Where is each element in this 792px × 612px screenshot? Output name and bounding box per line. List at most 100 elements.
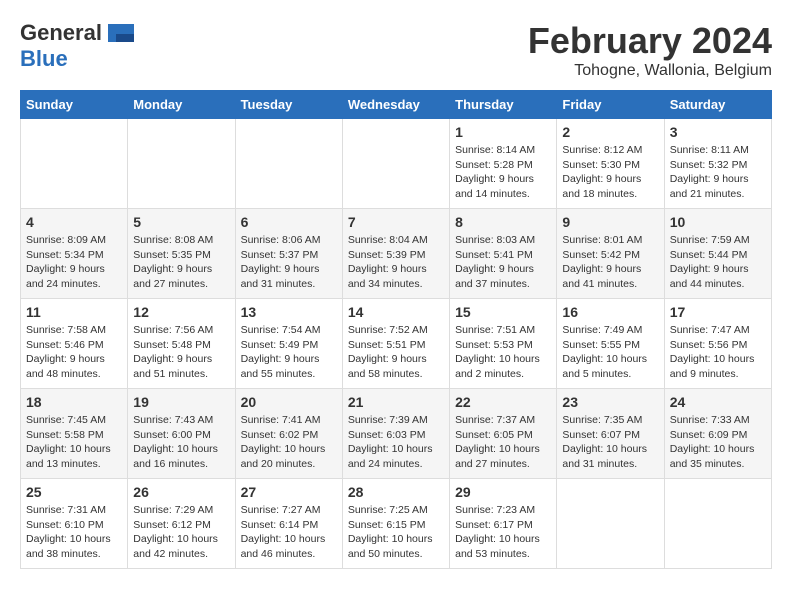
calendar-cell: 26 Sunrise: 7:29 AM Sunset: 6:12 PM Dayli… xyxy=(128,479,235,569)
month-title: February 2024 xyxy=(528,20,772,62)
day-number: 17 xyxy=(670,304,766,320)
header-cell-wednesday: Wednesday xyxy=(342,91,449,119)
day-number: 19 xyxy=(133,394,229,410)
calendar-header-row: SundayMondayTuesdayWednesdayThursdayFrid… xyxy=(21,91,772,119)
calendar-cell: 4 Sunrise: 8:09 AM Sunset: 5:34 PM Daylig… xyxy=(21,209,128,299)
cell-info: Sunrise: 8:09 AM Sunset: 5:34 PM Dayligh… xyxy=(26,233,122,292)
calendar-cell: 14 Sunrise: 7:52 AM Sunset: 5:51 PM Dayli… xyxy=(342,299,449,389)
calendar-cell: 23 Sunrise: 7:35 AM Sunset: 6:07 PM Dayli… xyxy=(557,389,664,479)
calendar-cell: 16 Sunrise: 7:49 AM Sunset: 5:55 PM Dayli… xyxy=(557,299,664,389)
cell-info: Sunrise: 7:58 AM Sunset: 5:46 PM Dayligh… xyxy=(26,323,122,382)
cell-info: Sunrise: 7:54 AM Sunset: 5:49 PM Dayligh… xyxy=(241,323,337,382)
day-number: 20 xyxy=(241,394,337,410)
calendar-cell: 21 Sunrise: 7:39 AM Sunset: 6:03 PM Dayli… xyxy=(342,389,449,479)
day-number: 14 xyxy=(348,304,444,320)
day-number: 6 xyxy=(241,214,337,230)
cell-info: Sunrise: 7:45 AM Sunset: 5:58 PM Dayligh… xyxy=(26,413,122,472)
day-number: 4 xyxy=(26,214,122,230)
calendar-cell: 28Sunrise: 7:25 AM Sunset: 6:15 PM Dayli… xyxy=(342,479,449,569)
calendar-cell: 25 Sunrise: 7:31 AM Sunset: 6:10 PM Dayli… xyxy=(21,479,128,569)
header-cell-thursday: Thursday xyxy=(450,91,557,119)
calendar-cell: 15 Sunrise: 7:51 AM Sunset: 5:53 PM Dayli… xyxy=(450,299,557,389)
cell-info: Sunrise: 8:11 AM Sunset: 5:32 PM Dayligh… xyxy=(670,143,766,202)
logo-icon xyxy=(106,22,136,44)
calendar-cell: 3 Sunrise: 8:11 AM Sunset: 5:32 PM Daylig… xyxy=(664,119,771,209)
day-number: 11 xyxy=(26,304,122,320)
cell-info: Sunrise: 7:31 AM Sunset: 6:10 PM Dayligh… xyxy=(26,503,122,562)
title-area: February 2024 Tohogne, Wallonia, Belgium xyxy=(528,20,772,80)
calendar-week-row: 11 Sunrise: 7:58 AM Sunset: 5:46 PM Dayli… xyxy=(21,299,772,389)
cell-info: Sunrise: 7:56 AM Sunset: 5:48 PM Dayligh… xyxy=(133,323,229,382)
day-number: 22 xyxy=(455,394,551,410)
calendar-cell: 5 Sunrise: 8:08 AM Sunset: 5:35 PM Daylig… xyxy=(128,209,235,299)
header-cell-tuesday: Tuesday xyxy=(235,91,342,119)
logo-blue: Blue xyxy=(20,46,68,71)
cell-info: Sunrise: 7:52 AM Sunset: 5:51 PM Dayligh… xyxy=(348,323,444,382)
cell-info: Sunrise: 8:08 AM Sunset: 5:35 PM Dayligh… xyxy=(133,233,229,292)
calendar-cell: 7 Sunrise: 8:04 AM Sunset: 5:39 PM Daylig… xyxy=(342,209,449,299)
cell-info: Sunrise: 7:47 AM Sunset: 5:56 PM Dayligh… xyxy=(670,323,766,382)
calendar-cell: 20 Sunrise: 7:41 AM Sunset: 6:02 PM Dayli… xyxy=(235,389,342,479)
cell-info: Sunrise: 7:39 AM Sunset: 6:03 PM Dayligh… xyxy=(348,413,444,472)
calendar-cell: 2 Sunrise: 8:12 AM Sunset: 5:30 PM Daylig… xyxy=(557,119,664,209)
logo-general: General xyxy=(20,20,102,46)
calendar-cell: 8 Sunrise: 8:03 AM Sunset: 5:41 PM Daylig… xyxy=(450,209,557,299)
header-cell-sunday: Sunday xyxy=(21,91,128,119)
day-number: 21 xyxy=(348,394,444,410)
header-cell-friday: Friday xyxy=(557,91,664,119)
day-number: 13 xyxy=(241,304,337,320)
day-number: 15 xyxy=(455,304,551,320)
calendar-cell: 24Sunrise: 7:33 AM Sunset: 6:09 PM Dayli… xyxy=(664,389,771,479)
calendar-cell: 18 Sunrise: 7:45 AM Sunset: 5:58 PM Dayli… xyxy=(21,389,128,479)
calendar-cell: 6Sunrise: 8:06 AM Sunset: 5:37 PM Daylig… xyxy=(235,209,342,299)
day-number: 12 xyxy=(133,304,229,320)
cell-info: Sunrise: 7:23 AM Sunset: 6:17 PM Dayligh… xyxy=(455,503,551,562)
day-number: 16 xyxy=(562,304,658,320)
cell-info: Sunrise: 7:51 AM Sunset: 5:53 PM Dayligh… xyxy=(455,323,551,382)
header: General Blue February 2024 Tohogne, Wall… xyxy=(20,20,772,80)
day-number: 2 xyxy=(562,124,658,140)
cell-info: Sunrise: 7:37 AM Sunset: 6:05 PM Dayligh… xyxy=(455,413,551,472)
calendar-cell: 11 Sunrise: 7:58 AM Sunset: 5:46 PM Dayli… xyxy=(21,299,128,389)
cell-info: Sunrise: 7:49 AM Sunset: 5:55 PM Dayligh… xyxy=(562,323,658,382)
calendar-body: 1 Sunrise: 8:14 AM Sunset: 5:28 PM Daylig… xyxy=(21,119,772,569)
cell-info: Sunrise: 7:27 AM Sunset: 6:14 PM Dayligh… xyxy=(241,503,337,562)
day-number: 1 xyxy=(455,124,551,140)
calendar-cell: 27Sunrise: 7:27 AM Sunset: 6:14 PM Dayli… xyxy=(235,479,342,569)
day-number: 9 xyxy=(562,214,658,230)
cell-info: Sunrise: 8:01 AM Sunset: 5:42 PM Dayligh… xyxy=(562,233,658,292)
day-number: 7 xyxy=(348,214,444,230)
cell-info: Sunrise: 8:12 AM Sunset: 5:30 PM Dayligh… xyxy=(562,143,658,202)
logo: General Blue xyxy=(20,20,136,72)
cell-info: Sunrise: 8:03 AM Sunset: 5:41 PM Dayligh… xyxy=(455,233,551,292)
calendar-cell: 9 Sunrise: 8:01 AM Sunset: 5:42 PM Daylig… xyxy=(557,209,664,299)
cell-info: Sunrise: 7:33 AM Sunset: 6:09 PM Dayligh… xyxy=(670,413,766,472)
day-number: 18 xyxy=(26,394,122,410)
calendar-cell: 13 Sunrise: 7:54 AM Sunset: 5:49 PM Dayli… xyxy=(235,299,342,389)
header-cell-saturday: Saturday xyxy=(664,91,771,119)
calendar-week-row: 1 Sunrise: 8:14 AM Sunset: 5:28 PM Daylig… xyxy=(21,119,772,209)
calendar-table: SundayMondayTuesdayWednesdayThursdayFrid… xyxy=(20,90,772,569)
cell-info: Sunrise: 8:04 AM Sunset: 5:39 PM Dayligh… xyxy=(348,233,444,292)
cell-info: Sunrise: 8:14 AM Sunset: 5:28 PM Dayligh… xyxy=(455,143,551,202)
calendar-cell: 22 Sunrise: 7:37 AM Sunset: 6:05 PM Dayli… xyxy=(450,389,557,479)
day-number: 5 xyxy=(133,214,229,230)
day-number: 29 xyxy=(455,484,551,500)
calendar-cell: 17 Sunrise: 7:47 AM Sunset: 5:56 PM Dayli… xyxy=(664,299,771,389)
day-number: 25 xyxy=(26,484,122,500)
day-number: 8 xyxy=(455,214,551,230)
day-number: 23 xyxy=(562,394,658,410)
calendar-cell xyxy=(128,119,235,209)
cell-info: Sunrise: 7:41 AM Sunset: 6:02 PM Dayligh… xyxy=(241,413,337,472)
cell-info: Sunrise: 7:29 AM Sunset: 6:12 PM Dayligh… xyxy=(133,503,229,562)
day-number: 10 xyxy=(670,214,766,230)
calendar-cell: 29 Sunrise: 7:23 AM Sunset: 6:17 PM Dayli… xyxy=(450,479,557,569)
calendar-cell xyxy=(342,119,449,209)
calendar-cell: 19Sunrise: 7:43 AM Sunset: 6:00 PM Dayli… xyxy=(128,389,235,479)
cell-info: Sunrise: 7:35 AM Sunset: 6:07 PM Dayligh… xyxy=(562,413,658,472)
cell-info: Sunrise: 7:59 AM Sunset: 5:44 PM Dayligh… xyxy=(670,233,766,292)
day-number: 3 xyxy=(670,124,766,140)
cell-info: Sunrise: 7:25 AM Sunset: 6:15 PM Dayligh… xyxy=(348,503,444,562)
day-number: 26 xyxy=(133,484,229,500)
header-cell-monday: Monday xyxy=(128,91,235,119)
